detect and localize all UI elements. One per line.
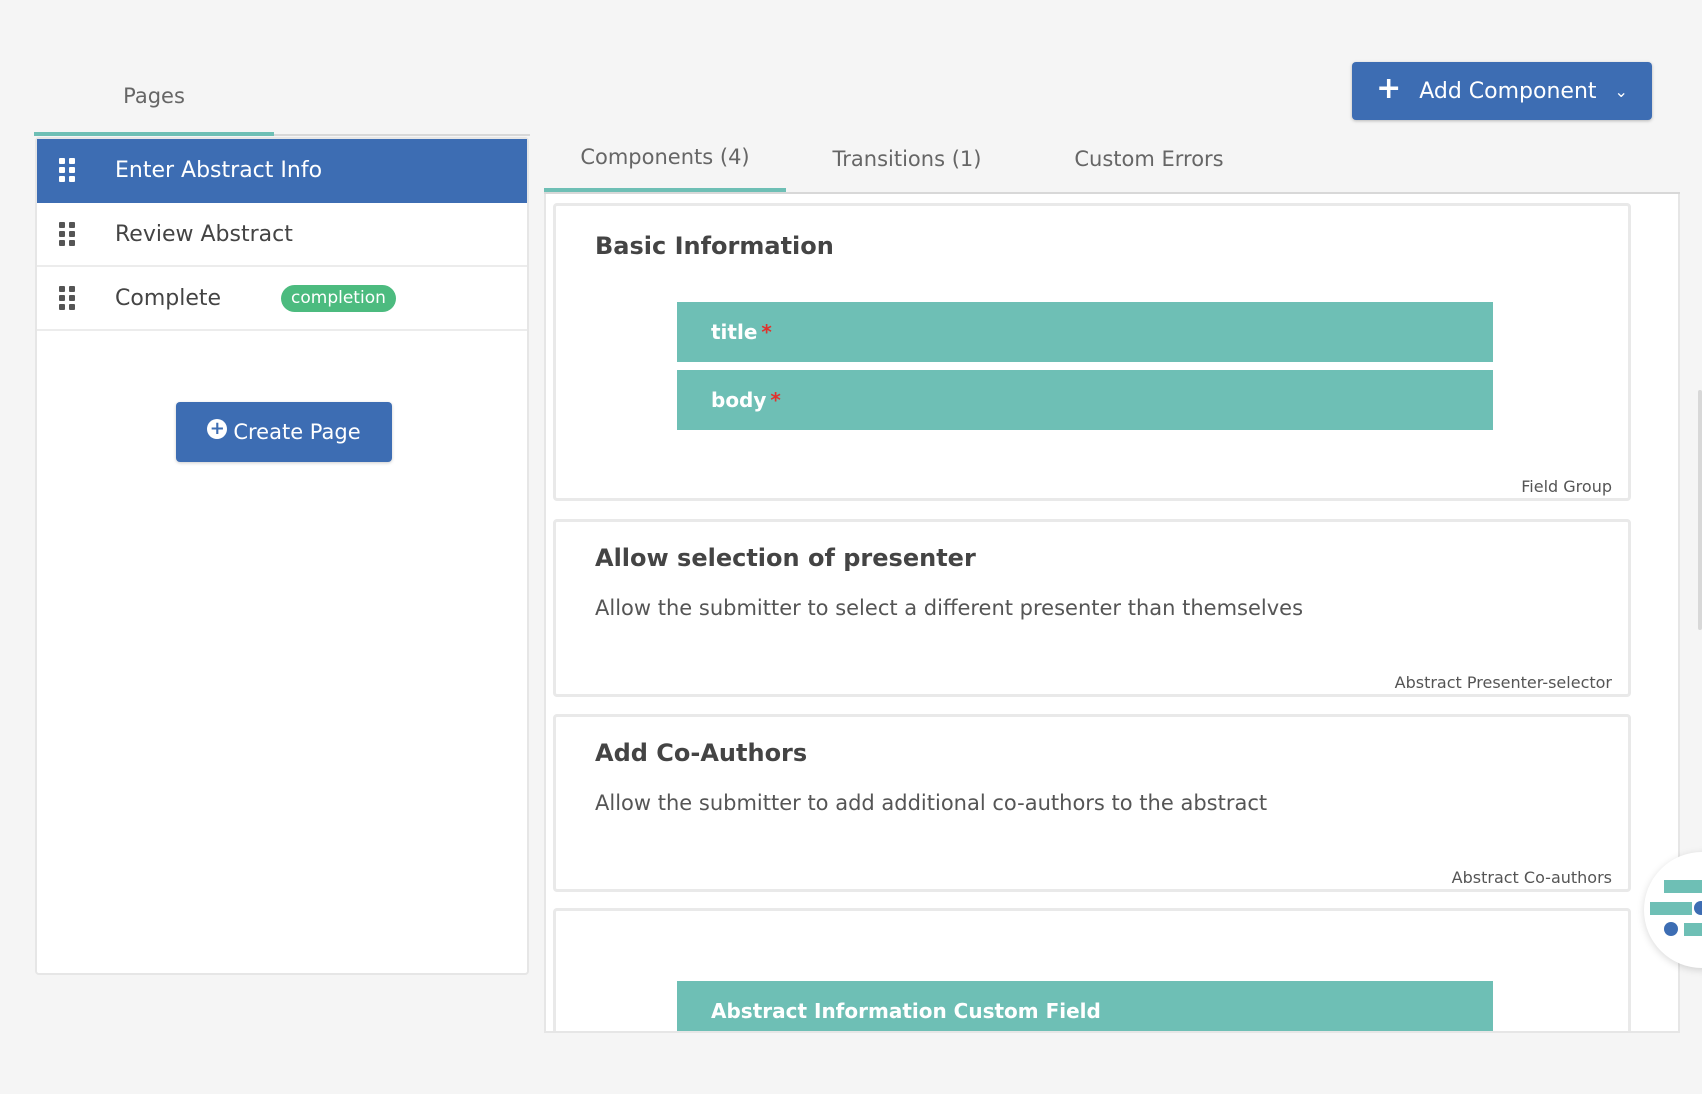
required-marker: * [761,320,772,344]
drag-handle-icon[interactable] [59,286,81,310]
component-type-label: Field Group [1521,477,1612,496]
drag-handle-icon[interactable] [59,158,81,182]
drag-handle-icon[interactable] [59,222,81,246]
create-page-button[interactable]: + Create Page [176,402,392,462]
widget-bar-icon [1684,923,1702,936]
component-card-presenter-selector[interactable]: Allow selection of presenter Allow the s… [553,519,1631,697]
chevron-down-icon: ⌄ [1614,81,1628,101]
component-card-co-authors[interactable]: Add Co-Authors Allow the submitter to ad… [553,714,1631,892]
field-body[interactable]: body * [677,370,1493,430]
field-abstract-information-custom-field[interactable]: Abstract Information Custom Field [677,981,1493,1031]
pages-list-panel: Enter Abstract Info Review Abstract Comp… [35,137,529,975]
field-label: body [711,388,767,412]
component-type-label: Abstract Presenter-selector [1394,673,1612,692]
add-component-button[interactable]: + Add Component ⌄ [1352,62,1652,120]
component-type-label: Abstract Co-authors [1451,868,1612,887]
widget-bar-icon [1664,880,1702,893]
create-page-label: Create Page [233,420,361,444]
component-tabs: Components (4) Transitions (1) Custom Er… [544,126,1680,194]
tab-components[interactable]: Components (4) [544,126,786,192]
page-item-label: Complete [115,285,222,311]
field-label: title [711,320,758,344]
component-card-custom-field[interactable]: Abstract Information Custom Field [553,908,1631,1031]
component-title: Allow selection of presenter [595,544,976,572]
tab-transitions[interactable]: Transitions (1) [786,126,1028,192]
widget-bar-icon [1650,902,1692,915]
edge-scroll-shadow [1698,390,1702,630]
component-title: Basic Information [595,232,834,260]
widget-dot-icon [1664,922,1678,936]
component-card-basic-information[interactable]: Basic Information title * body * Field Gro… [553,203,1631,501]
component-description: Allow the submitter to select a differen… [595,596,1304,620]
component-description: Allow the submitter to add additional co… [595,791,1268,815]
add-component-label: Add Component [1419,78,1597,104]
field-label: Abstract Information Custom Field [711,999,1101,1023]
plus-circle-icon: + [207,419,228,439]
pages-tabbar: Pages [34,76,530,136]
page-item-complete[interactable]: Complete completion [37,267,527,331]
plus-icon: + [1376,71,1402,106]
required-marker: * [770,388,781,412]
field-title[interactable]: title * [677,302,1493,362]
tab-pages[interactable]: Pages [34,76,274,136]
page-item-label: Enter Abstract Info [115,157,323,183]
page-item-label: Review Abstract [115,221,293,247]
completion-badge: completion [281,284,396,312]
page-item-review-abstract[interactable]: Review Abstract [37,203,527,267]
components-panel: Basic Information title * body * Field Gro… [544,194,1680,1033]
widget-dot-icon [1694,901,1702,915]
tab-custom-errors[interactable]: Custom Errors [1028,126,1270,192]
component-title: Add Co-Authors [595,739,808,767]
page-item-enter-abstract-info[interactable]: Enter Abstract Info [37,139,527,203]
